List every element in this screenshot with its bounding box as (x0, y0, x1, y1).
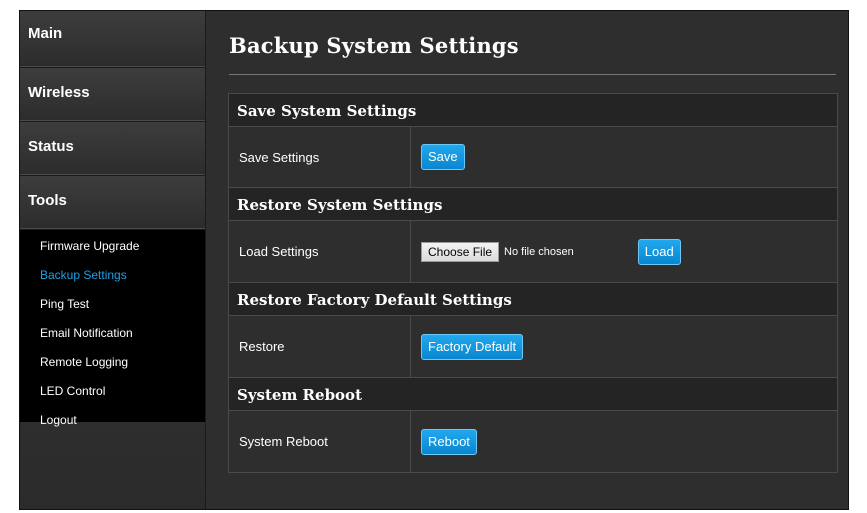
save-settings-row: Save Settings Save (229, 127, 837, 188)
section-header-factory-default: Restore Factory Default Settings (229, 283, 837, 316)
system-reboot-control: Reboot (411, 411, 837, 472)
system-reboot-label: System Reboot (229, 411, 411, 472)
nav-section-label: Wireless (28, 84, 90, 101)
sidebar-item-firmware-upgrade[interactable]: Firmware Upgrade (20, 239, 205, 268)
load-settings-row: Load Settings Choose File No file chosen… (229, 221, 837, 283)
sidebar-item-led-control[interactable]: LED Control (20, 384, 205, 413)
nav-section-label: Status (28, 138, 74, 155)
nav-section-label: Main (28, 25, 63, 42)
restore-control: Factory Default (411, 316, 837, 377)
system-reboot-row: System Reboot Reboot (229, 411, 837, 472)
sidebar-item-logout[interactable]: Logout (20, 413, 205, 442)
nav-section-tools[interactable]: Tools (20, 176, 205, 230)
save-settings-label: Save Settings (229, 127, 411, 187)
section-header-reboot: System Reboot (229, 378, 837, 411)
load-settings-control: Choose File No file chosen Load (411, 221, 837, 282)
restore-label: Restore (229, 316, 411, 377)
save-settings-control: Save (411, 127, 837, 187)
settings-panel: Save System Settings Save Settings Save … (228, 93, 838, 473)
reboot-button[interactable]: Reboot (421, 428, 477, 455)
save-button[interactable]: Save (421, 144, 465, 170)
nav-section-label: Tools (28, 192, 67, 209)
restore-row: Restore Factory Default (229, 316, 837, 378)
main-content: Backup System Settings Save System Setti… (206, 11, 848, 509)
sidebar-item-email-notification[interactable]: Email Notification (20, 326, 205, 355)
section-header-restore: Restore System Settings (229, 188, 837, 221)
sidebar: Main Wireless Status Tools Firmware Upgr… (20, 11, 206, 509)
tools-submenu: Firmware Upgrade Backup Settings Ping Te… (20, 230, 205, 427)
nav-section-main[interactable]: Main (20, 11, 205, 68)
load-button[interactable]: Load (637, 238, 681, 265)
title-divider (229, 74, 836, 75)
nav-section-wireless[interactable]: Wireless (20, 68, 205, 122)
file-status-text: No file chosen (504, 245, 574, 258)
factory-default-button[interactable]: Factory Default (421, 333, 524, 360)
router-admin-window: Main Wireless Status Tools Firmware Upgr… (19, 10, 849, 510)
sidebar-item-backup-settings[interactable]: Backup Settings (20, 268, 205, 297)
sidebar-item-ping-test[interactable]: Ping Test (20, 297, 205, 326)
load-settings-label: Load Settings (229, 221, 411, 282)
choose-file-button[interactable]: Choose File (421, 241, 500, 262)
page-title: Backup System Settings (229, 33, 519, 58)
section-header-save: Save System Settings (229, 94, 837, 127)
nav-section-status[interactable]: Status (20, 122, 205, 176)
sidebar-item-remote-logging[interactable]: Remote Logging (20, 355, 205, 384)
